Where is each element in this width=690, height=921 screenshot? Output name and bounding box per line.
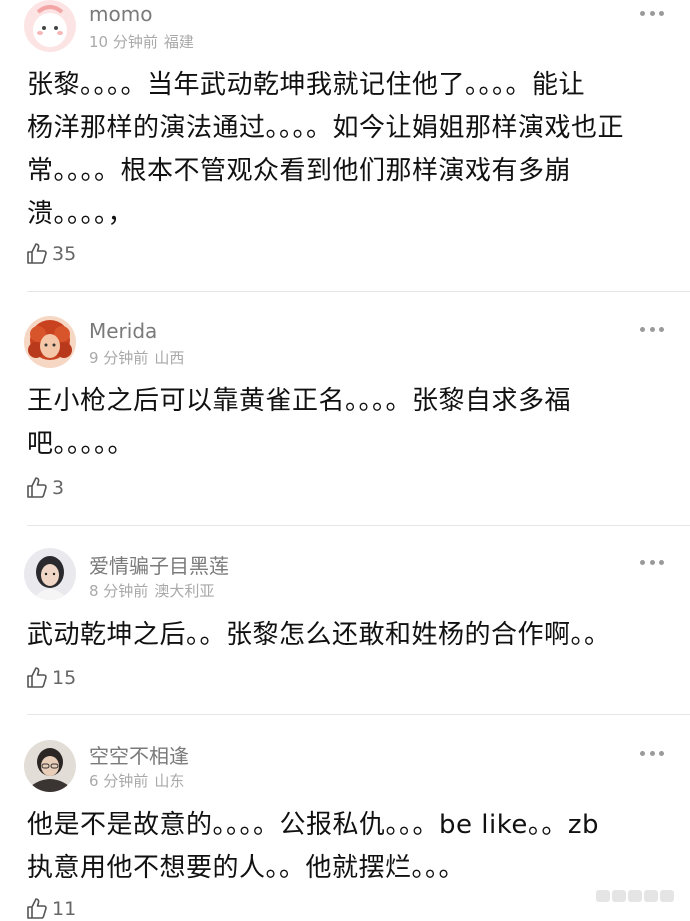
username[interactable]: momo bbox=[89, 2, 152, 26]
comment-meta: 6 分钟前 山东 bbox=[89, 770, 184, 791]
comment-line: 张黎。。。。当年武动乾坤我就记住他了。。。。能让 bbox=[27, 70, 586, 100]
comment-line: 杨洋那样的演法通过。。。。如今让娟姐那样演戏也正 bbox=[27, 113, 625, 143]
username[interactable]: Merida bbox=[89, 319, 157, 343]
comment-time: 8 分钟前 bbox=[89, 582, 149, 600]
comment-text: 他是不是故意的。。。。公报私仇。。。be like。。zb 执意用他不想要的人。… bbox=[27, 804, 659, 890]
comment-line: 溃。。。。， bbox=[27, 199, 135, 229]
thumbs-up-icon bbox=[27, 898, 47, 919]
comment-line: 王小枪之后可以靠黄雀正名。。。。张黎自求多福 bbox=[27, 386, 572, 416]
comment-location: 山东 bbox=[154, 772, 185, 790]
comment-item: momo 10 分钟前 福建 张黎。。。。当年武动乾坤我就记住他了。。。。能让 杨… bbox=[0, 0, 690, 292]
more-dots-icon[interactable] bbox=[640, 9, 664, 17]
comment-line: 执意用他不想要的人。。他就摆烂。。。 bbox=[27, 853, 466, 883]
avatar[interactable] bbox=[24, 316, 76, 368]
thumbs-up-icon bbox=[27, 667, 47, 688]
comment-meta: 8 分钟前 澳大利亚 bbox=[89, 580, 214, 601]
more-dots-icon[interactable] bbox=[640, 749, 664, 757]
comment-line: 武动乾坤之后。。张黎怎么还敢和姓杨的合作啊。。 bbox=[27, 620, 611, 650]
comment-text: 王小枪之后可以靠黄雀正名。。。。张黎自求多福 吧。。。。。 bbox=[27, 380, 659, 466]
comment-meta: 9 分钟前 山西 bbox=[89, 347, 184, 368]
comment-line: 吧。。。。。 bbox=[27, 429, 135, 459]
thumbs-up-icon bbox=[27, 243, 47, 264]
thumbs-up-icon bbox=[27, 477, 47, 498]
comment-time: 9 分钟前 bbox=[89, 349, 149, 367]
like-button[interactable]: 35 bbox=[25, 242, 76, 266]
comment-location: 澳大利亚 bbox=[154, 582, 215, 600]
comment-item: 爱情骗子目黑莲 8 分钟前 澳大利亚 武动乾坤之后。。张黎怎么还敢和姓杨的合作啊。… bbox=[0, 526, 690, 715]
like-count: 3 bbox=[52, 477, 65, 499]
more-dots-icon[interactable] bbox=[640, 558, 664, 566]
comment-location: 山西 bbox=[154, 349, 185, 367]
like-button[interactable]: 11 bbox=[25, 897, 76, 921]
comment-meta: 10 分钟前 福建 bbox=[89, 31, 194, 52]
comment-text: 武动乾坤之后。。张黎怎么还敢和姓杨的合作啊。。 bbox=[27, 614, 659, 657]
more-dots-icon[interactable] bbox=[640, 325, 664, 333]
comment-item: Merida 9 分钟前 山西 王小枪之后可以靠黄雀正名。。。。张黎自求多福 吧。… bbox=[0, 292, 690, 526]
comment-text: 张黎。。。。当年武动乾坤我就记住他了。。。。能让 杨洋那样的演法通过。。。。如今… bbox=[27, 64, 659, 236]
comment-line: 他是不是故意的。。。。公报私仇。。。be like。。zb bbox=[27, 810, 599, 840]
avatar[interactable] bbox=[24, 548, 76, 600]
comment-location: 福建 bbox=[163, 33, 194, 51]
comment-item: 空空不相逢 6 分钟前 山东 他是不是故意的。。。。公报私仇。。。be like。… bbox=[0, 715, 690, 920]
like-button[interactable]: 15 bbox=[25, 666, 76, 690]
like-count: 15 bbox=[52, 667, 77, 689]
comment-time: 6 分钟前 bbox=[89, 772, 149, 790]
avatar[interactable] bbox=[24, 0, 76, 52]
avatar[interactable] bbox=[24, 740, 76, 792]
like-count: 35 bbox=[52, 243, 77, 265]
like-button[interactable]: 3 bbox=[25, 476, 64, 500]
username[interactable]: 空空不相逢 bbox=[89, 740, 189, 769]
watermark bbox=[596, 890, 674, 902]
comment-line: 常。。。。根本不管观众看到他们那样演戏有多崩 bbox=[27, 156, 572, 186]
like-count: 11 bbox=[52, 898, 77, 920]
comment-time: 10 分钟前 bbox=[89, 33, 158, 51]
username[interactable]: 爱情骗子目黑莲 bbox=[89, 550, 229, 579]
